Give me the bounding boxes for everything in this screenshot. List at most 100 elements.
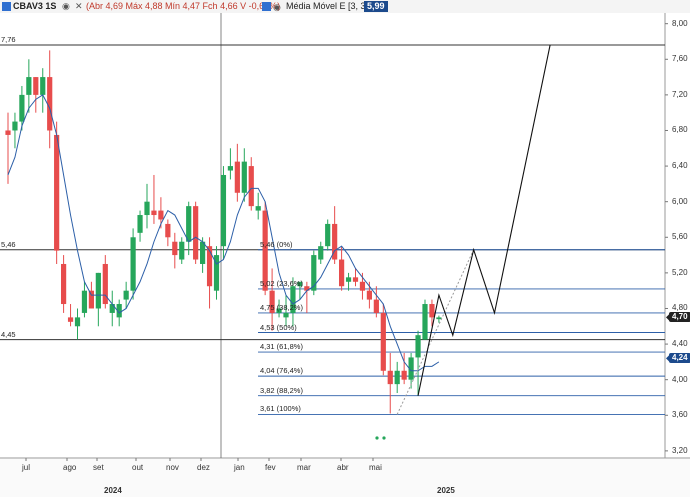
candle-down[interactable] [61,263,67,305]
candle-up[interactable] [40,77,46,95]
month-label: jan [234,463,245,472]
price-axis-label: 7,60 [672,54,688,64]
candle-down[interactable] [366,290,372,300]
price-axis-label: 5,60 [672,232,688,242]
candle-up[interactable] [220,174,227,247]
indicator-checkbox[interactable] [262,2,271,11]
candle-up[interactable] [318,246,324,260]
price-chart[interactable] [0,0,690,497]
candle-down[interactable] [88,290,94,309]
fibonacci-level-label: 5,46 (0%) [260,239,293,249]
candle-up[interactable] [311,255,317,291]
candle-up[interactable] [144,201,150,216]
candle-up[interactable] [81,290,88,313]
month-label: mar [297,463,311,472]
candle-down[interactable] [387,370,393,385]
candle-up[interactable] [74,317,81,327]
price-axis-label: 6,80 [672,125,688,135]
month-label: ago [63,463,77,472]
eye-icon[interactable]: ◉ [62,1,73,12]
candle-up[interactable] [394,370,400,385]
fibonacci-level-label: 4,31 (61,8%) [260,342,303,352]
close-icon[interactable]: ✕ [75,0,83,13]
month-label: mai [369,463,382,472]
horizontal-level-label: 4,45 [1,329,16,339]
price-axis-label: 4,40 [672,339,688,349]
candle-down[interactable] [373,299,379,313]
horizontal-level-label: 7,76 [1,35,16,45]
horizontal-level-label: 5,46 [1,239,16,249]
candle-up[interactable] [12,121,18,131]
candle-up[interactable] [19,94,25,122]
candle-up[interactable] [186,206,192,242]
candle-up[interactable] [415,335,421,358]
candle-up[interactable] [26,77,32,95]
eye-icon[interactable]: ◉ [273,1,281,14]
candle-up[interactable] [130,237,136,291]
candle-down[interactable] [234,161,240,193]
year-label: 2025 [437,486,455,495]
chart-header: CBAV3 1S ◉ ✕ (Abr 4,69 Máx 4,88 Mín 4,47… [0,0,690,13]
price-axis-label: 4,00 [672,374,688,384]
price-axis-label: 7,20 [672,89,688,99]
projection-line[interactable] [417,44,551,396]
candle-down[interactable] [54,134,60,251]
symbol-checkbox[interactable] [2,2,11,11]
symbol-label: CBAV3 1S [13,1,57,11]
candle-up[interactable] [422,304,428,340]
candle-up[interactable] [227,166,233,171]
fibonacci-level-label: 4,75 (38,2%) [260,302,303,312]
month-label: abr [337,463,349,472]
candle-up[interactable] [283,312,289,318]
fibonacci-level-label: 5,02 (23,6%) [260,278,303,288]
candle-down[interactable] [352,277,359,282]
month-label: out [132,463,144,472]
candle-up[interactable] [345,277,352,282]
event-marker[interactable] [382,436,386,440]
candle-down[interactable] [151,210,157,216]
candle-up[interactable] [179,241,185,260]
month-label: jul [22,463,31,472]
candle-up[interactable] [109,304,115,313]
price-axis-label: 8,00 [672,18,688,28]
candle-down[interactable] [165,223,171,238]
candle-down[interactable] [401,370,407,380]
candle-down[interactable] [172,241,178,256]
price-axis-label: 3,60 [672,410,688,420]
fibonacci-level-label: 3,82 (88,2%) [260,385,303,395]
candle-down[interactable] [339,259,345,287]
candle-down[interactable] [359,281,366,291]
candle-up[interactable] [241,161,247,193]
candle-down[interactable] [33,77,39,95]
event-marker[interactable] [375,436,379,440]
indicator-value-badge: 5,99 [364,1,388,12]
candle-down[interactable] [193,206,199,260]
candle-up[interactable] [95,272,101,309]
price-axis-label: 4,80 [672,303,688,313]
candle-down[interactable] [248,166,254,207]
month-label: nov [166,463,179,472]
candle-down[interactable] [206,246,213,287]
fibonacci-level-label: 3,61 (100%) [260,404,301,414]
candle-down[interactable] [429,304,435,318]
indicator-label: Média Móvel E [3, 3] [286,1,369,11]
candle-down[interactable] [5,130,11,135]
fibonacci-level-label: 4,53 (50%) [260,322,297,332]
candle-down[interactable] [67,317,74,322]
month-label: set [93,463,104,472]
candle-down[interactable] [158,210,164,220]
price-axis-label: 6,40 [672,161,688,171]
ohlc-readout: (Abr 4,69 Máx 4,88 Mín 4,47 Fch 4,66 V -… [86,1,281,11]
month-label: dez [197,463,210,472]
candle-up[interactable] [123,290,129,300]
candle-up[interactable] [255,206,261,211]
fibonacci-level-label: 4,04 (76,4%) [260,366,303,376]
year-label: 2024 [104,486,122,495]
candle-up[interactable] [436,317,442,320]
candle-up[interactable] [200,241,206,264]
chart-window: CBAV3 1S ◉ ✕ (Abr 4,69 Máx 4,88 Mín 4,47… [0,0,690,497]
candle-up[interactable] [137,215,143,233]
ma-price-badge: 4,24 [669,353,690,364]
candle-down[interactable] [380,312,386,371]
candle-up[interactable] [325,223,331,247]
